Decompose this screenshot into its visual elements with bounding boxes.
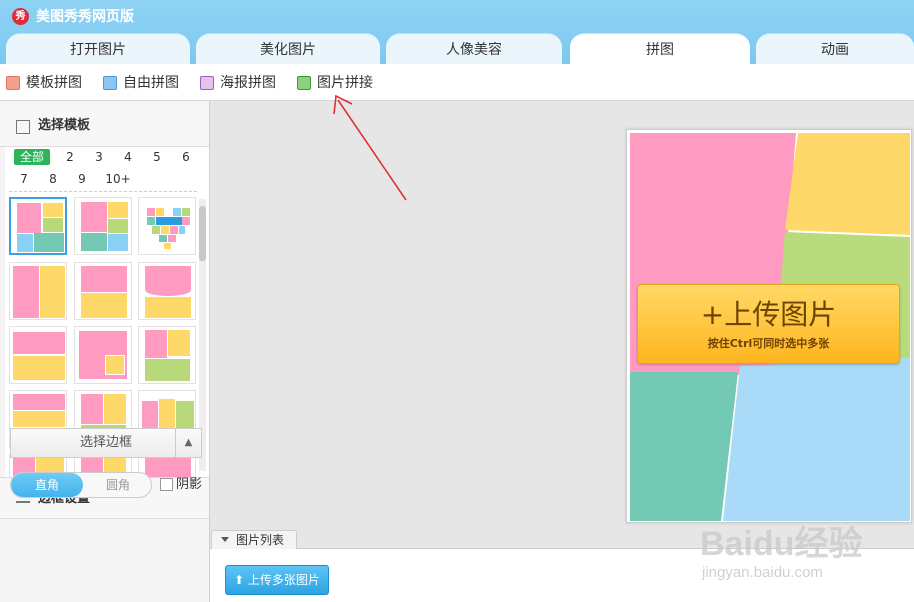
poster-collage-icon — [200, 76, 214, 90]
template-panel-title: 选择模板 — [38, 118, 91, 133]
image-stitch-icon — [297, 76, 311, 90]
template-thumb[interactable] — [74, 326, 132, 384]
shadow-label: 阴影 — [176, 477, 203, 492]
collage-cell-blue — [723, 358, 910, 521]
filter-5[interactable]: 5 — [150, 149, 164, 165]
caret-up-icon[interactable]: ▲ — [175, 429, 201, 457]
filter-4[interactable]: 4 — [121, 149, 135, 165]
filter-10-plus[interactable]: 10+ — [105, 171, 131, 187]
upload-multiple-button[interactable]: ⬆ 上传多张图片 — [225, 565, 329, 595]
image-stitch-label: 图片拼接 — [317, 75, 373, 91]
template-thumb[interactable] — [9, 262, 67, 320]
filter-divider — [9, 191, 197, 192]
template-collage-label: 模板拼图 — [26, 75, 82, 91]
filter-8[interactable]: 8 — [46, 171, 60, 187]
app-title: 美图秀秀网页版 — [36, 9, 134, 25]
app-logo-icon: 秀 — [12, 8, 29, 25]
filter-6[interactable]: 6 — [179, 149, 193, 165]
collapse-triangle-icon — [221, 537, 229, 542]
filter-2[interactable]: 2 — [63, 149, 77, 165]
filter-7[interactable]: 7 — [17, 171, 31, 187]
image-list-tab[interactable]: 图片列表 — [211, 530, 297, 549]
template-thumb[interactable] — [9, 197, 67, 255]
template-thumb[interactable] — [138, 326, 196, 384]
square-corner-option[interactable]: 直角 — [11, 473, 83, 497]
left-panel: 选择模板 全部 2 3 4 5 6 7 8 9 10+ 边框设置 — [0, 101, 210, 602]
tab-animation[interactable]: 动画 — [756, 33, 914, 64]
template-layout-icon — [16, 120, 30, 134]
upload-multiple-label: 上传多张图片 — [247, 573, 320, 587]
tab-beautify[interactable]: 美化图片 — [196, 33, 380, 64]
collage-cell-teal — [630, 372, 738, 521]
upload-image-button[interactable]: +上传图片 按住Ctrl可同时选中多张 — [637, 284, 900, 364]
watermark-url: jingyan.baidu.com — [702, 564, 823, 581]
tab-portrait[interactable]: 人像美容 — [386, 33, 562, 64]
title-bar: 秀 美图秀秀网页版 打开图片 美化图片 人像美容 拼图 动画 — [0, 0, 914, 64]
free-collage-button[interactable]: 自由拼图 — [103, 75, 179, 91]
poster-collage-button[interactable]: 海报拼图 — [200, 75, 276, 91]
watermark-brand: Baidu经验 — [700, 525, 863, 563]
tab-open-image[interactable]: 打开图片 — [6, 33, 190, 64]
template-collage-icon — [6, 76, 20, 90]
shadow-checkbox[interactable] — [160, 478, 173, 491]
template-panel-header: 选择模板 — [0, 105, 209, 147]
template-thumb[interactable] — [74, 197, 132, 255]
main-tabs: 打开图片 美化图片 人像美容 拼图 动画 — [0, 33, 914, 64]
template-thumb[interactable] — [74, 262, 132, 320]
frame-select[interactable]: 选择边框 ▲ — [10, 428, 202, 458]
template-thumb[interactable] — [9, 326, 67, 384]
poster-collage-label: 海报拼图 — [220, 75, 276, 91]
template-thumb[interactable] — [138, 197, 196, 255]
filter-9[interactable]: 9 — [75, 171, 89, 187]
tab-collage[interactable]: 拼图 — [570, 33, 750, 64]
baidu-watermark: Baidu经验 jingyan.baidu.com — [700, 520, 914, 602]
filter-3[interactable]: 3 — [92, 149, 106, 165]
upload-image-hint: 按住Ctrl可同时选中多张 — [707, 337, 830, 350]
filter-all[interactable]: 全部 — [14, 149, 50, 165]
collage-cell-yellow — [785, 133, 910, 235]
upload-arrow-icon: ⬆ — [234, 573, 248, 587]
corner-style-toggle: 直角 圆角 — [10, 472, 152, 498]
template-collage-button[interactable]: 模板拼图 — [6, 75, 82, 91]
image-stitch-button[interactable]: 图片拼接 — [297, 75, 373, 91]
free-collage-label: 自由拼图 — [123, 75, 179, 91]
round-corner-option[interactable]: 圆角 — [83, 473, 151, 497]
free-collage-icon — [103, 76, 117, 90]
upload-image-title: +上传图片 — [700, 298, 837, 331]
collage-mode-toolbar: 模板拼图 自由拼图 海报拼图 图片拼接 — [0, 64, 914, 101]
template-thumb[interactable] — [138, 262, 196, 320]
frame-select-label: 选择边框 — [79, 435, 132, 450]
image-list-tab-label: 图片列表 — [236, 533, 285, 547]
annotation-arrow — [333, 94, 407, 201]
template-scrollbar-thumb[interactable] — [199, 206, 206, 261]
